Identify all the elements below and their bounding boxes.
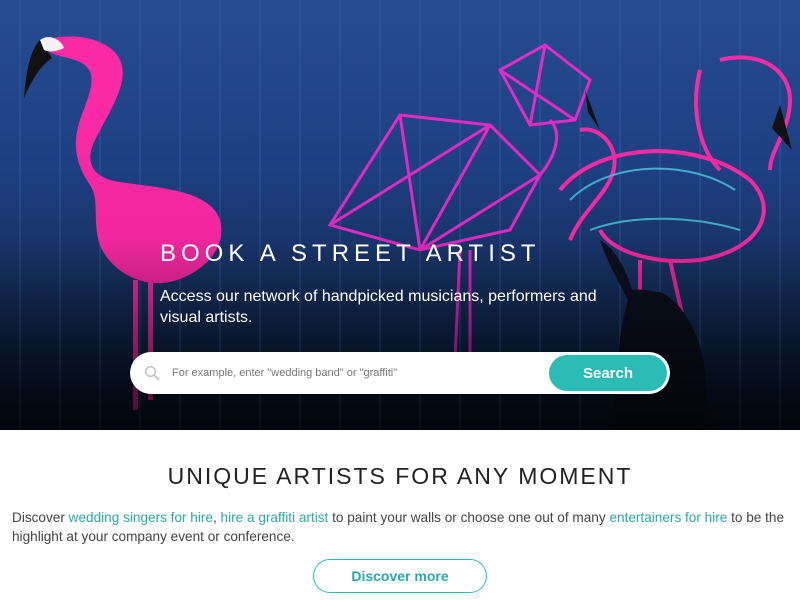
wedding-singers-link[interactable]: wedding singers for hire [69,510,213,525]
description-text: Discover [12,510,69,525]
search-bar: Search [130,352,670,394]
discover-more-button[interactable]: Discover more [313,559,487,593]
description-text: to paint your walls or choose one out of… [328,510,610,525]
search-input[interactable] [172,352,542,394]
hero-subtitle: Access our network of handpicked musicia… [160,288,597,326]
search-icon [144,365,160,381]
entertainers-link[interactable]: entertainers for hire [609,510,727,525]
section-description: Discover wedding singers for hire, hire … [12,508,792,546]
hero-title: BOOK A STREET ARTIST [160,240,541,267]
hero-banner: BOOK A STREET ARTIST Access our network … [0,0,800,430]
graffiti-artist-link[interactable]: hire a graffiti artist [221,510,329,525]
description-text: , [212,510,221,525]
section-title: UNIQUE ARTISTS FOR ANY MOMENT [167,463,633,489]
search-button[interactable]: Search [549,355,667,391]
